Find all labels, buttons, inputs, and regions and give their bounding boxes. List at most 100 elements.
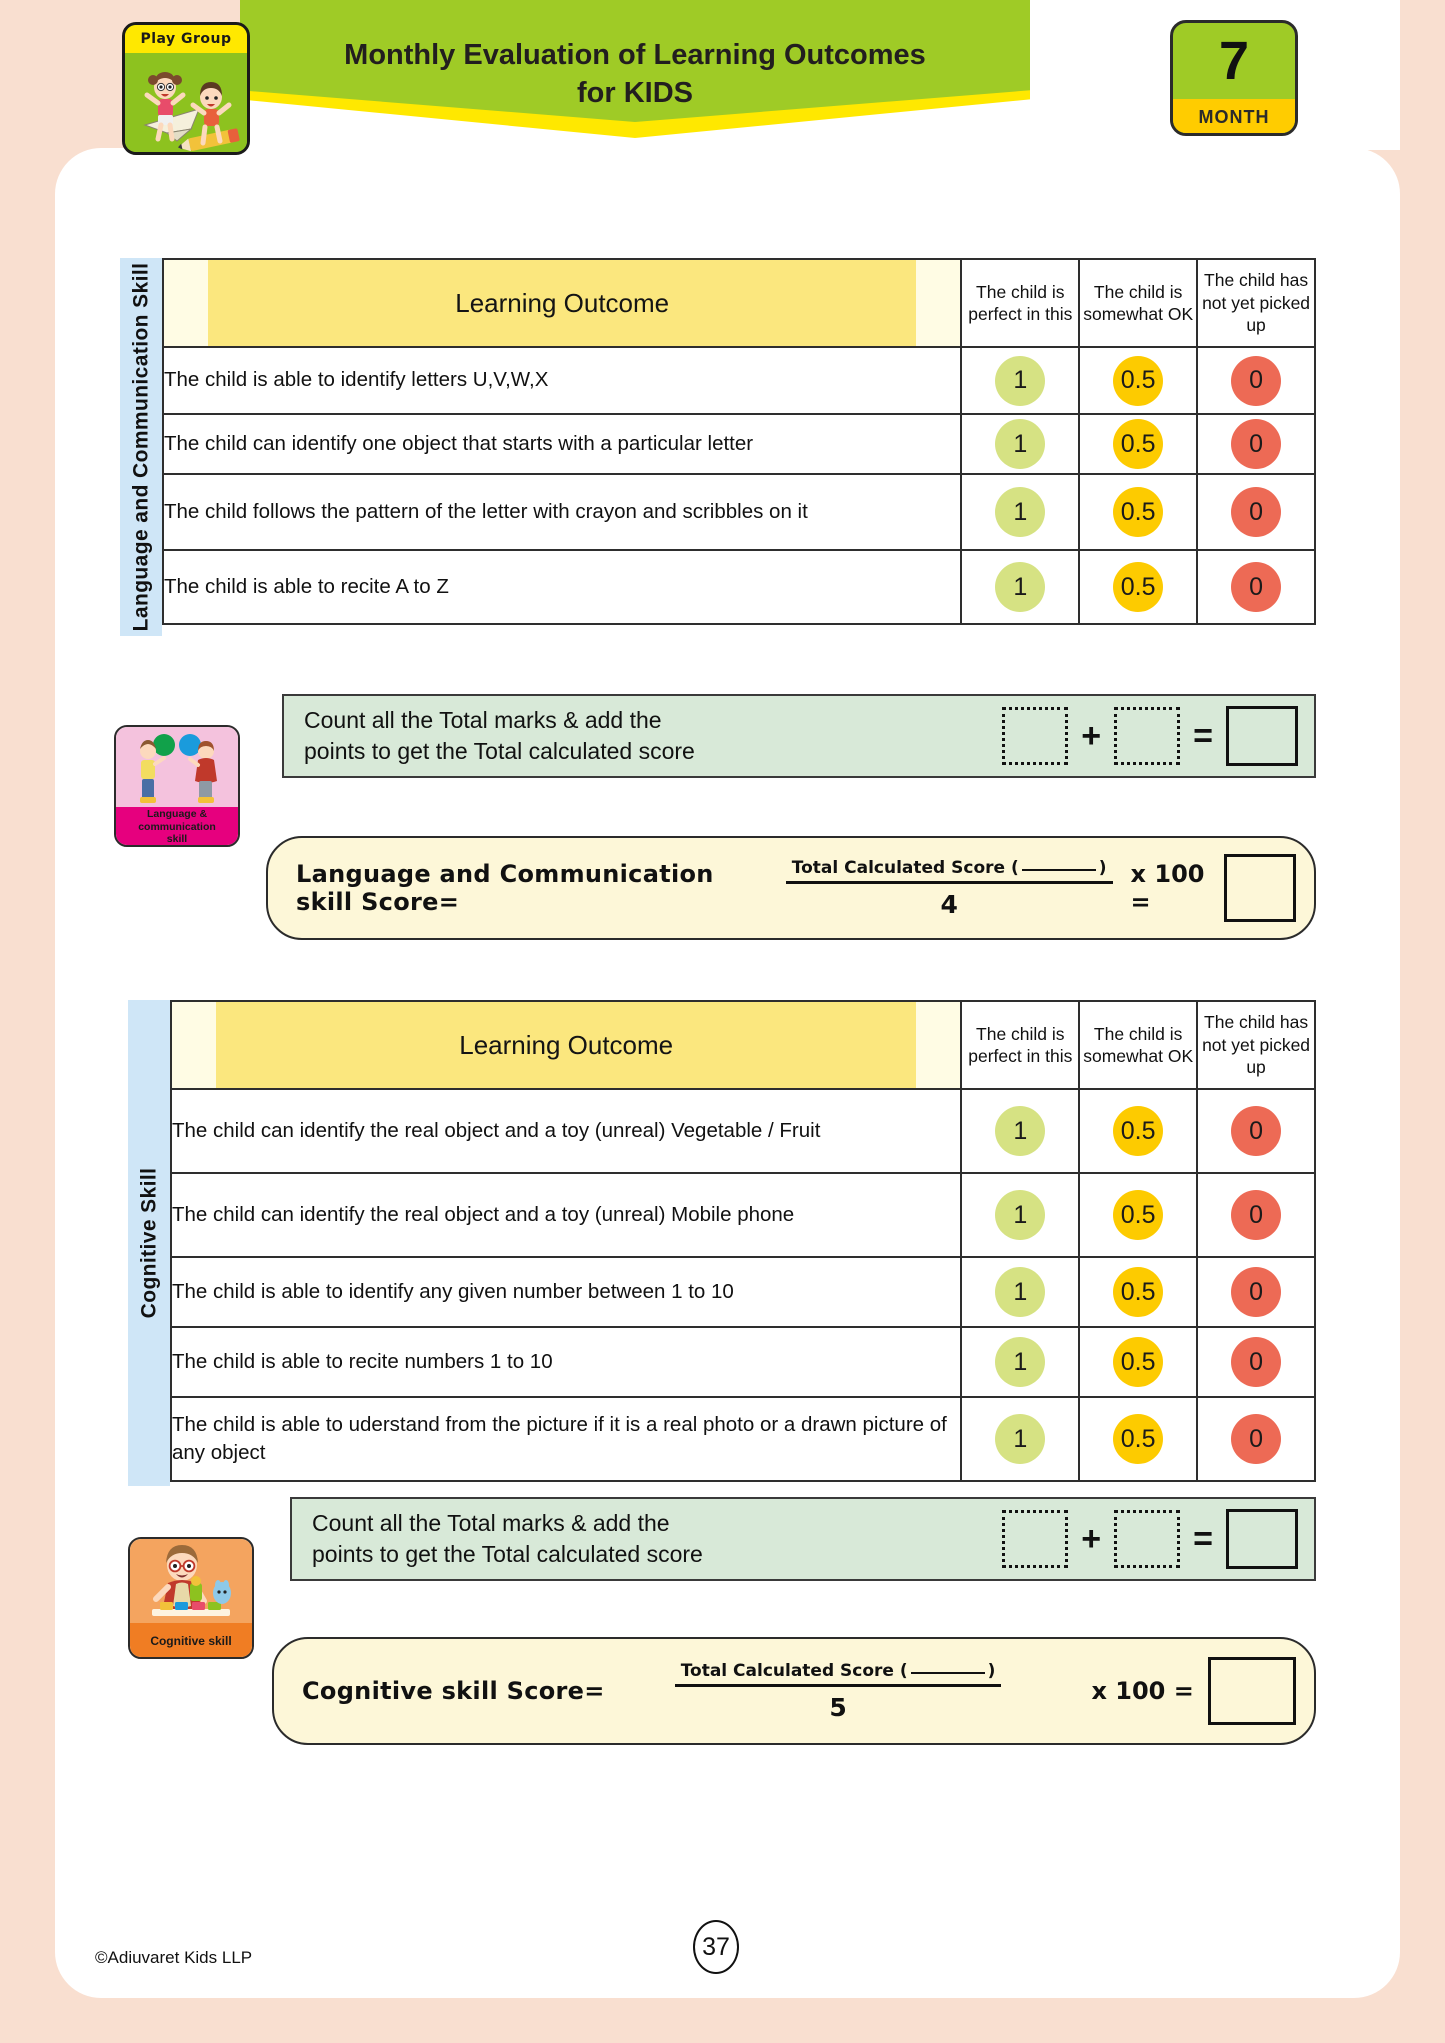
cognitive-skill-icon-card: Cognitive skill <box>128 1537 254 1659</box>
numerator-blank[interactable] <box>1021 868 1096 871</box>
mark-cell-perfect[interactable]: 1 <box>960 1172 1081 1258</box>
total-input-box-1[interactable] <box>1002 707 1069 765</box>
mark-cell-not-yet[interactable]: 0 <box>1196 346 1316 415</box>
mark-zero[interactable]: 0 <box>1231 1190 1282 1240</box>
numerator-prefix: Total Calculated Score ( <box>680 1660 908 1681</box>
mark-zero[interactable]: 0 <box>1231 1106 1282 1156</box>
mark-cell-perfect[interactable]: 1 <box>960 1256 1081 1328</box>
total-marks-strip-language: Count all the Total marks & add the poin… <box>282 694 1316 778</box>
mark-cell-not-yet[interactable]: 0 <box>1196 549 1316 625</box>
formula-answer-box[interactable] <box>1207 1657 1296 1725</box>
mark-one[interactable]: 1 <box>995 562 1046 612</box>
play-group-label: Play Group <box>125 25 247 53</box>
formula-multiplier: x 100 = <box>1091 1677 1194 1705</box>
total-marks-boxes: + = <box>1002 706 1314 766</box>
mark-one[interactable]: 1 <box>995 487 1046 537</box>
total-marks-line2: points to get the Total calculated score <box>304 738 695 764</box>
mark-cell-somewhat[interactable]: 0.5 <box>1078 1396 1199 1482</box>
formula-label: Cognitive skill Score= <box>302 1677 605 1705</box>
mark-cell-not-yet[interactable]: 0 <box>1196 473 1316 551</box>
mark-cell-somewhat[interactable]: 0.5 <box>1078 1088 1199 1174</box>
mark-zero[interactable]: 0 <box>1231 1337 1282 1387</box>
mark-half[interactable]: 0.5 <box>1113 1414 1164 1464</box>
mark-half[interactable]: 0.5 <box>1113 562 1164 612</box>
total-input-box-2[interactable] <box>1114 707 1181 765</box>
total-input-box-2[interactable] <box>1114 1510 1181 1568</box>
mark-cell-somewhat[interactable]: 0.5 <box>1078 1172 1199 1258</box>
mark-zero[interactable]: 0 <box>1231 419 1282 469</box>
outcome-text: The child is able to uderstand from the … <box>169 1396 963 1482</box>
mark-one[interactable]: 1 <box>995 355 1046 406</box>
mark-zero[interactable]: 0 <box>1231 1267 1282 1317</box>
mark-cell-not-yet[interactable]: 0 <box>1196 413 1316 475</box>
mark-cell-not-yet[interactable]: 0 <box>1196 1172 1316 1258</box>
table-row: The child can identify the real object a… <box>169 1088 1316 1174</box>
mark-one[interactable]: 1 <box>995 1414 1046 1464</box>
mark-cell-somewhat[interactable]: 0.5 <box>1078 413 1199 475</box>
mark-half[interactable]: 0.5 <box>1113 1337 1164 1387</box>
mark-half[interactable]: 0.5 <box>1113 1190 1164 1240</box>
mark-cell-not-yet[interactable]: 0 <box>1196 1256 1316 1328</box>
table-row: The child is able to recite numbers 1 to… <box>169 1326 1316 1398</box>
language-communication-icon-card: Language & communication skill <box>114 725 240 847</box>
header-not-yet: The child has not yet picked up <box>1196 258 1316 348</box>
language-icon-label-line3: skill <box>166 833 188 846</box>
table-row: The child is able to identify any given … <box>169 1256 1316 1328</box>
mark-cell-somewhat[interactable]: 0.5 <box>1078 1326 1199 1398</box>
mark-half[interactable]: 0.5 <box>1113 1267 1164 1317</box>
mark-cell-perfect[interactable]: 1 <box>960 1396 1081 1482</box>
mark-cell-perfect[interactable]: 1 <box>960 413 1081 475</box>
mark-cell-somewhat[interactable]: 0.5 <box>1078 473 1199 551</box>
header-somewhat: The child is somewhat OK <box>1078 1000 1199 1090</box>
table-row: The child is able to recite A to Z 1 0.5… <box>161 549 1316 625</box>
section-language-and-communication-skill: Language and Communication Skill Learnin… <box>120 258 1316 636</box>
mark-half[interactable]: 0.5 <box>1113 419 1164 469</box>
mark-cell-not-yet[interactable]: 0 <box>1196 1088 1316 1174</box>
mark-half[interactable]: 0.5 <box>1113 487 1164 537</box>
mark-one[interactable]: 1 <box>995 1337 1046 1387</box>
evaluation-table-language: Learning Outcome The child is perfect in… <box>161 258 1316 625</box>
mark-zero[interactable]: 0 <box>1231 487 1282 537</box>
table-header-row: Learning Outcome The child is perfect in… <box>169 1000 1316 1090</box>
mark-cell-perfect[interactable]: 1 <box>960 1088 1081 1174</box>
formula-label: Language and Communication skill Score= <box>296 860 714 916</box>
mark-one[interactable]: 1 <box>995 1106 1046 1156</box>
language-icon-label: Language & communication skill <box>116 807 238 846</box>
mark-cell-somewhat[interactable]: 0.5 <box>1078 549 1199 625</box>
total-input-box-1[interactable] <box>1002 1510 1069 1568</box>
play-group-card: Play Group <box>122 22 250 155</box>
numerator-prefix: Total Calculated Score ( <box>791 857 1019 878</box>
total-result-box[interactable] <box>1226 706 1298 766</box>
mark-one[interactable]: 1 <box>995 419 1046 469</box>
mark-half[interactable]: 0.5 <box>1113 1106 1164 1156</box>
kids-illustration-icon <box>125 53 247 152</box>
mark-zero[interactable]: 0 <box>1231 1414 1282 1464</box>
table-row: The child can identify the real object a… <box>169 1172 1316 1258</box>
mark-cell-perfect[interactable]: 1 <box>960 549 1081 625</box>
mark-cell-perfect[interactable]: 1 <box>960 1326 1081 1398</box>
mark-one[interactable]: 1 <box>995 1190 1046 1240</box>
mark-cell-not-yet[interactable]: 0 <box>1196 1326 1316 1398</box>
side-tab-language-and-communication-skill: Language and Communication Skill <box>120 258 162 636</box>
header-learning-outcome-label: Learning Outcome <box>459 1029 674 1060</box>
table-header-row: Learning Outcome The child is perfect in… <box>161 258 1316 348</box>
table-row: The child can identify one object that s… <box>161 413 1316 475</box>
total-result-box[interactable] <box>1226 1509 1298 1569</box>
mark-cell-perfect[interactable]: 1 <box>960 346 1081 415</box>
numerator-blank[interactable] <box>910 1671 985 1674</box>
outcome-text: The child is able to identify letters U,… <box>161 346 963 415</box>
formula-answer-box[interactable] <box>1223 854 1296 922</box>
mark-half[interactable]: 0.5 <box>1113 355 1164 406</box>
header-learning-outcome: Learning Outcome <box>169 1000 963 1090</box>
mark-cell-perfect[interactable]: 1 <box>960 473 1081 551</box>
mark-cell-not-yet[interactable]: 0 <box>1196 1396 1316 1482</box>
mark-cell-somewhat[interactable]: 0.5 <box>1078 346 1199 415</box>
mark-one[interactable]: 1 <box>995 1267 1046 1317</box>
mark-cell-somewhat[interactable]: 0.5 <box>1078 1256 1199 1328</box>
total-marks-line1: Count all the Total marks & add the <box>304 706 662 733</box>
formula-denominator: 5 <box>829 1692 847 1722</box>
header-not-yet: The child has not yet picked up <box>1196 1000 1316 1090</box>
plus-sign: + <box>1081 717 1102 755</box>
mark-zero[interactable]: 0 <box>1231 562 1282 612</box>
mark-zero[interactable]: 0 <box>1231 355 1282 406</box>
